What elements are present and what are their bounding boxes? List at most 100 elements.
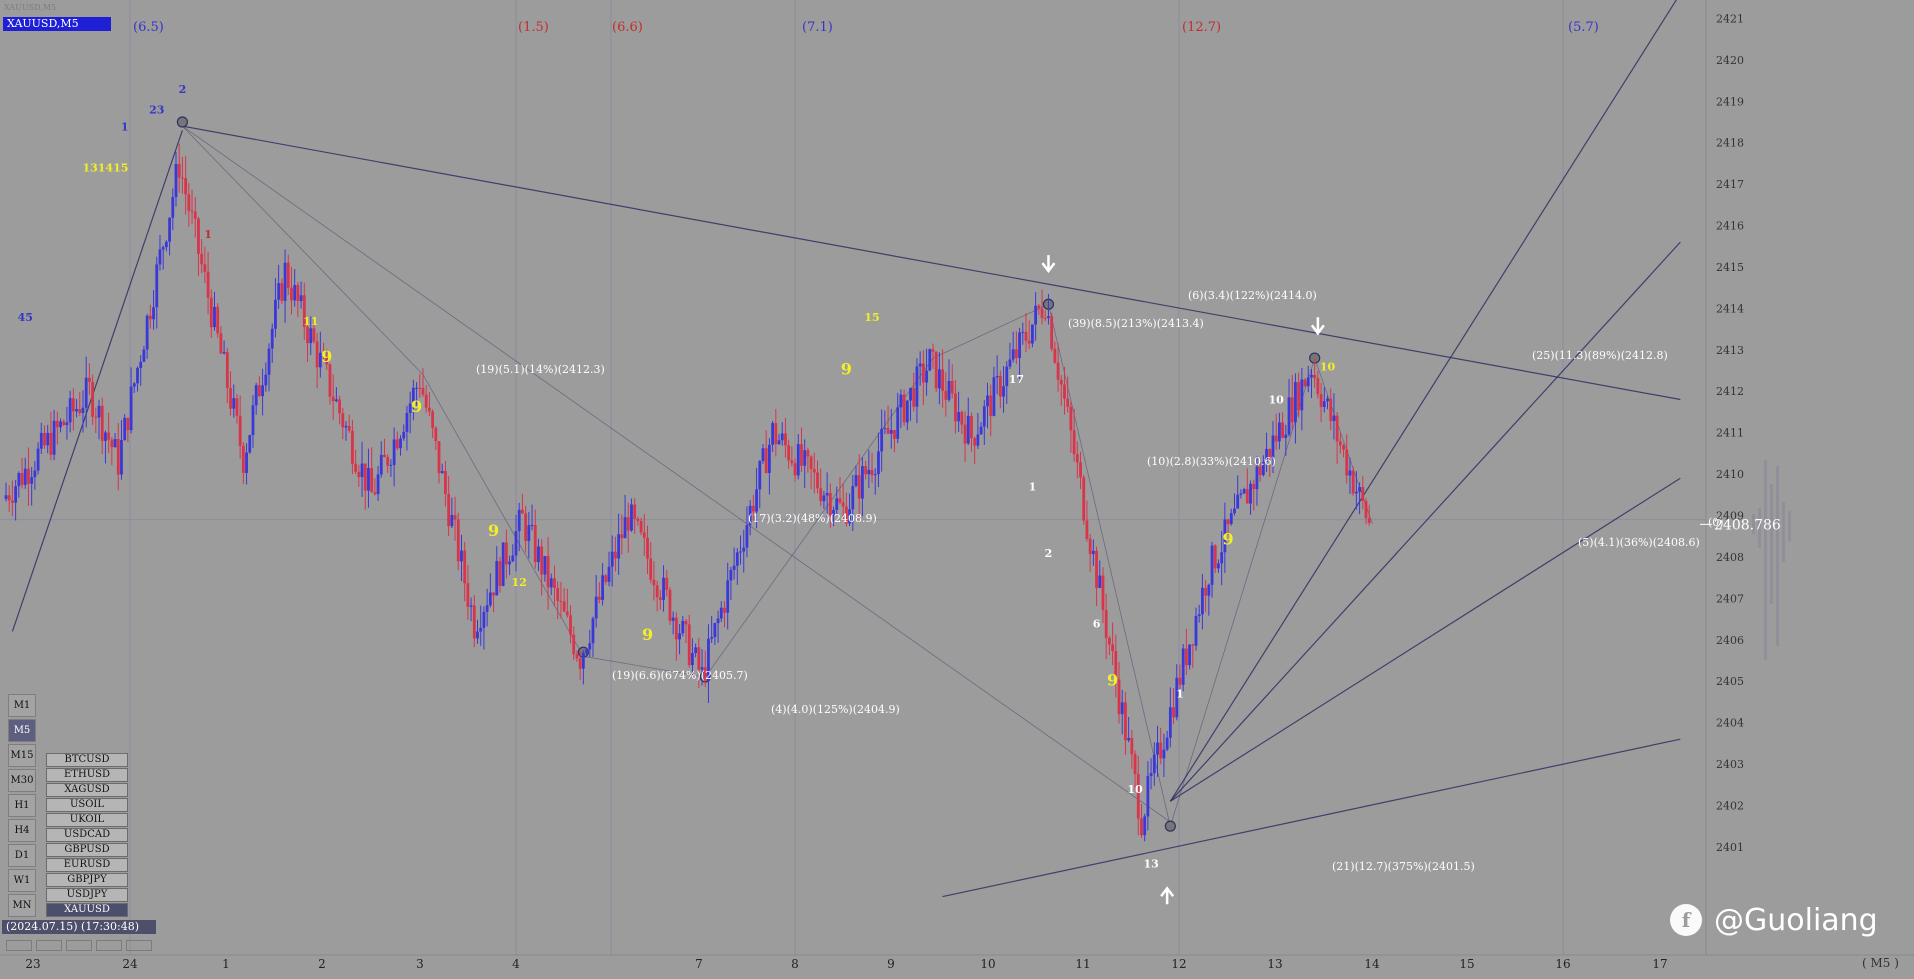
candle-body [1316, 378, 1320, 395]
candle-body [1197, 614, 1201, 617]
x-tick-label: 1 [222, 957, 230, 971]
current-price-label: 2408.786 [1714, 517, 1781, 533]
candle-body [549, 578, 553, 588]
candle-body [354, 463, 358, 472]
symbol-button-xauusd[interactable]: XAUUSD [46, 903, 128, 917]
timeframe-button-d1[interactable]: D1 [8, 844, 36, 867]
candle-body [899, 394, 903, 408]
timeframe-button-m1[interactable]: M1 [8, 694, 36, 717]
symbol-button-usoil[interactable]: USOIL [46, 798, 128, 812]
symbol-button-usdjpy[interactable]: USDJPY [46, 888, 128, 902]
candle-body [110, 439, 114, 448]
y-tick-label: 2418 [1716, 137, 1744, 150]
candle-body [889, 430, 893, 434]
timeframe-button-h4[interactable]: H4 [8, 819, 36, 842]
mini-box[interactable] [36, 940, 62, 951]
candle-body [896, 407, 900, 439]
timeframe-button-mn[interactable]: MN [8, 894, 36, 917]
y-tick-label: 2408 [1716, 551, 1744, 564]
mini-boxes [6, 940, 152, 951]
candle-body [1031, 324, 1034, 344]
timeframe-button-m5[interactable]: M5 [8, 719, 36, 742]
x-tick-label: 23 [25, 957, 40, 971]
candle-body [950, 380, 954, 394]
arrow-down-icon [1310, 317, 1325, 336]
x-tick-label: 3 [416, 957, 424, 971]
candle-body [466, 583, 470, 607]
candle-body [334, 399, 338, 402]
candle-body [553, 578, 556, 588]
symbol-button-btcusd[interactable]: BTCUSD [46, 753, 128, 767]
candle-body [1188, 644, 1191, 666]
candle-body [787, 445, 791, 461]
candle-body [761, 448, 765, 461]
candle-body [764, 448, 768, 473]
candle-body [1310, 374, 1313, 378]
timeframe-button-w1[interactable]: W1 [8, 869, 36, 892]
candle-body [229, 388, 232, 409]
mini-box[interactable] [6, 940, 32, 951]
candle-body [716, 618, 720, 624]
volume-bar [1788, 511, 1791, 541]
candle-body [1159, 742, 1163, 759]
count-label: 45 [18, 311, 33, 324]
mini-box[interactable] [66, 940, 92, 951]
volume-bar [1764, 460, 1767, 660]
candle-body [75, 409, 78, 412]
symbol-button-eurusd[interactable]: EURUSD [46, 858, 128, 872]
candle-body [1059, 379, 1063, 385]
swing-annotation: (39)(8.5)(213%)(2413.4) [1068, 317, 1204, 330]
candle-body [886, 428, 890, 434]
timeframe-button-m15[interactable]: M15 [8, 744, 36, 767]
candle-body [671, 617, 675, 621]
candle-body [62, 421, 66, 425]
candle-body [1207, 584, 1211, 596]
price-chart[interactable]: (6.5) (1.5) (6.6) (7.1) (12.7) (5.7) (19)(5.1)… [0, 0, 1914, 975]
candle-body [986, 395, 989, 407]
candle-body [181, 177, 184, 179]
symbol-button-usdcad[interactable]: USDCAD [46, 828, 128, 842]
x-tick-label: 4 [512, 957, 520, 971]
candle-body [957, 412, 961, 422]
candle-body [482, 611, 486, 628]
candle-body [1021, 331, 1025, 333]
mini-box[interactable] [96, 940, 122, 951]
candle-body [392, 439, 396, 465]
symbol-button-ukoil[interactable]: UKOIL [46, 813, 128, 827]
candle-body [751, 505, 755, 512]
candle-body [1332, 415, 1336, 422]
timeframe-button-m30[interactable]: M30 [8, 769, 36, 792]
candle-body [1213, 545, 1217, 569]
chart-canvas[interactable]: (6.5) (1.5) (6.6) (7.1) (12.7) (5.7) (19)(5.1)… [0, 0, 1914, 975]
candle-body [1133, 754, 1137, 774]
candle-body [209, 297, 213, 328]
mini-box[interactable] [126, 940, 152, 951]
symbol-button-gbpusd[interactable]: GBPUSD [46, 843, 128, 857]
swing-annotation: (19)(6.6)(674%)(2405.7) [612, 669, 748, 682]
candle-body [193, 211, 197, 219]
candle-body [742, 547, 746, 552]
candle-body [450, 515, 454, 527]
candle-body [652, 579, 656, 586]
candle-body [492, 592, 495, 596]
candle-body [578, 658, 582, 669]
symbol-button-gbpjpy[interactable]: GBPJPY [46, 873, 128, 887]
volume-bar [1782, 502, 1785, 562]
y-tick-label: 2420 [1716, 54, 1744, 67]
candle-body [883, 428, 887, 430]
candle-body [39, 432, 43, 449]
candle-body [681, 620, 685, 634]
candle-body [1085, 520, 1089, 539]
symbol-button-ethusd[interactable]: ETHUSD [46, 768, 128, 782]
candle-body [1146, 776, 1150, 817]
symbol-button-xagusd[interactable]: XAGUSD [46, 783, 128, 797]
candle-body [1082, 477, 1086, 521]
candle-body [601, 575, 605, 600]
swing-annotation: (17)(3.2)(48%)(2408.9) [748, 512, 877, 525]
candle-body [694, 647, 698, 654]
candle-body [216, 306, 220, 334]
candle-body [1290, 397, 1294, 423]
session-range-label: (7.1) [802, 20, 833, 35]
candle-body [46, 432, 50, 446]
timeframe-button-h1[interactable]: H1 [8, 794, 36, 817]
